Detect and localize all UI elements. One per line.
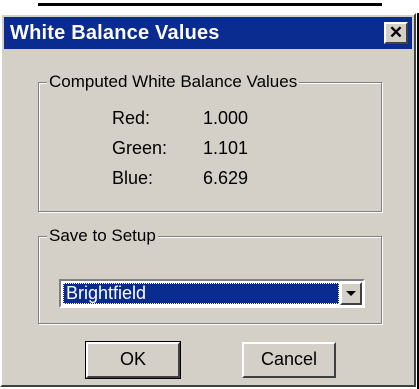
value-row-red: Red: 1.000	[39, 108, 381, 134]
title-bar[interactable]: White Balance Values ✕	[4, 17, 412, 49]
value-row-green: Green: 1.101	[39, 138, 381, 164]
blue-label: Blue:	[112, 168, 154, 188]
dropdown-arrow-button[interactable]	[340, 282, 362, 305]
red-label: Red:	[112, 108, 151, 128]
top-strip	[0, 0, 419, 13]
save-to-setup-legend: Save to Setup	[47, 226, 158, 246]
value-row-blue: Blue: 6.629	[39, 168, 381, 194]
close-icon: ✕	[388, 23, 404, 42]
top-divider	[38, 3, 382, 6]
green-label: Green:	[112, 138, 168, 158]
green-value: 1.101	[203, 138, 249, 158]
cancel-label: Cancel	[260, 349, 318, 369]
white-balance-dialog: White Balance Values ✕ Computed White Ba…	[0, 13, 416, 387]
blue-value: 6.629	[203, 168, 249, 188]
red-value: 1.000	[203, 108, 249, 128]
close-button[interactable]: ✕	[384, 22, 408, 44]
chevron-down-icon	[346, 291, 356, 296]
save-to-setup-group: Save to Setup Brightfield	[38, 226, 382, 324]
window-title: White Balance Values	[10, 22, 220, 44]
cancel-button[interactable]: Cancel	[242, 342, 336, 378]
setup-selected-value[interactable]: Brightfield	[63, 283, 339, 304]
setup-dropdown[interactable]: Brightfield	[59, 279, 365, 308]
ok-button[interactable]: OK	[85, 341, 181, 379]
computed-values-legend: Computed White Balance Values	[47, 72, 300, 92]
computed-values-group: Computed White Balance Values Red: 1.000…	[38, 72, 382, 212]
